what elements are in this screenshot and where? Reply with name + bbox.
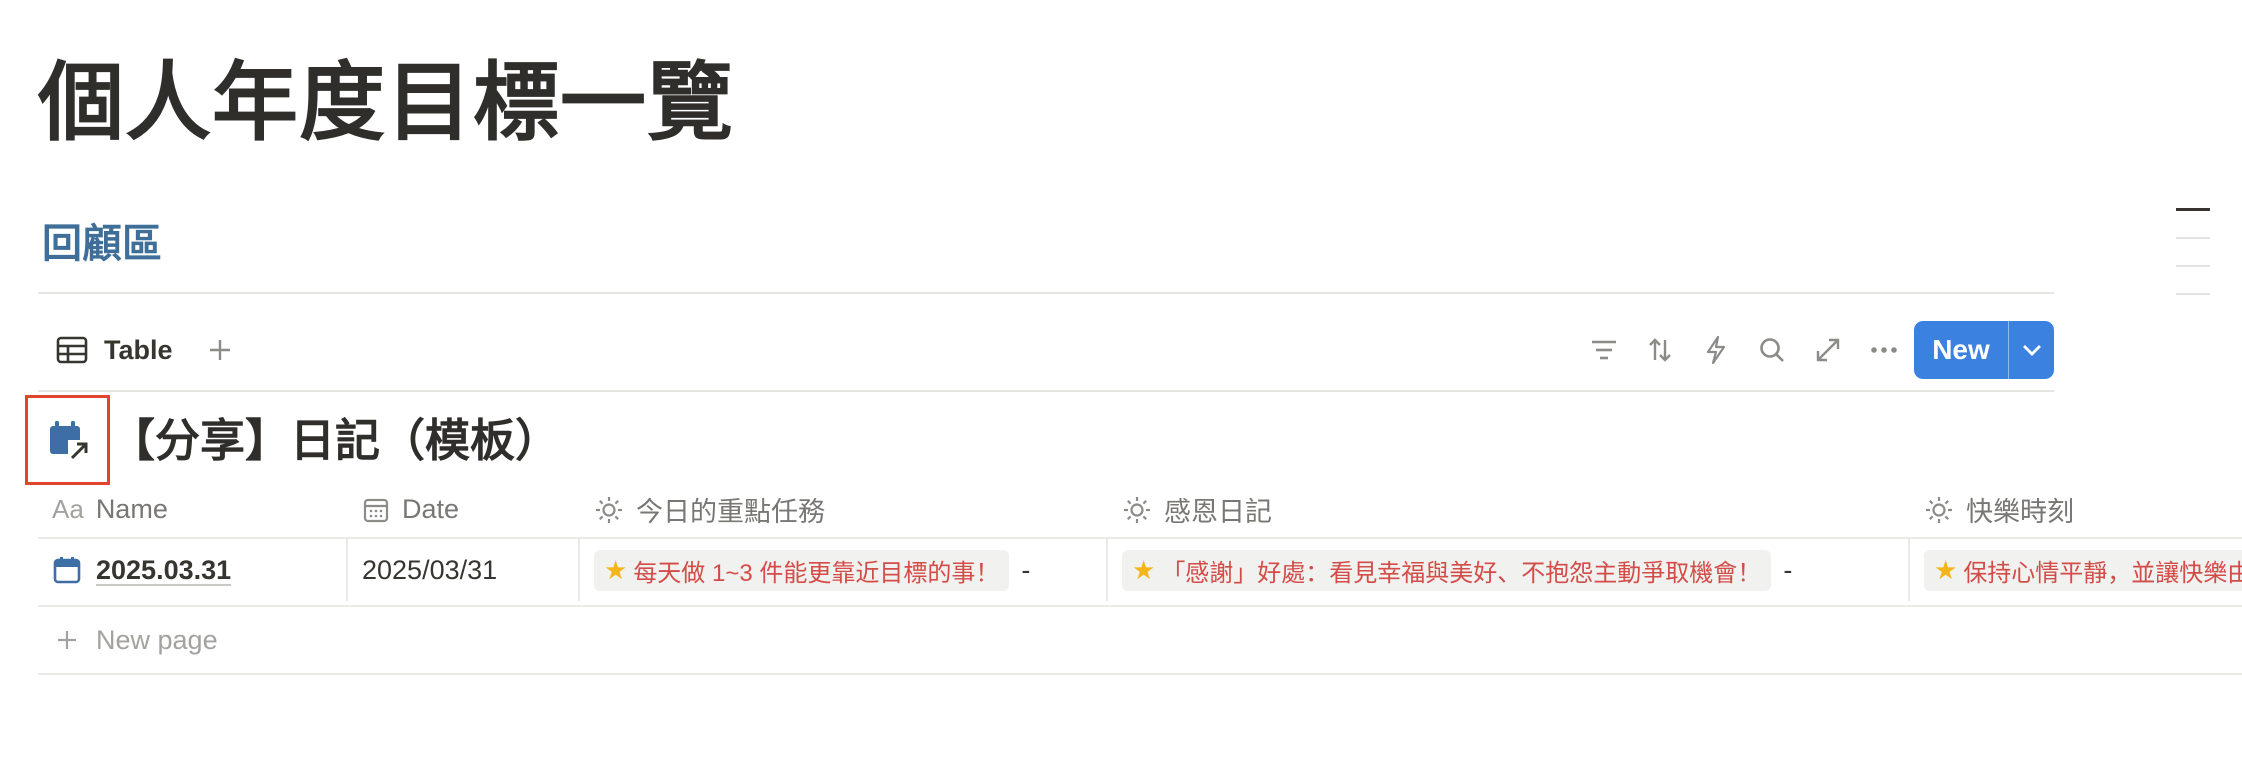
cell-task[interactable]: ★ 每天做 1~3 件能更靠近目標的事！ -: [580, 539, 1108, 601]
database-title[interactable]: 【分享】日記（模板）: [110, 410, 560, 472]
star-icon: ★: [604, 554, 628, 585]
toc-line[interactable]: [2176, 293, 2210, 295]
new-button-group: New: [1914, 321, 2054, 379]
new-button[interactable]: New: [1914, 321, 2008, 379]
cell-dash: -: [1021, 554, 1031, 585]
column-label: 快樂時刻: [1966, 497, 2074, 527]
section-heading: 回顧區: [42, 222, 162, 266]
toc-line[interactable]: [2176, 237, 2210, 239]
column-label: 感恩日記: [1164, 497, 1272, 527]
column-label: Date: [402, 494, 460, 524]
cell-date[interactable]: 2025/03/31: [348, 539, 580, 601]
cell-gratitude[interactable]: ★ 「感謝」好處：看見幸福與美好、不抱怨主動爭取機會！ -: [1108, 539, 1910, 601]
new-dropdown-button[interactable]: [2009, 321, 2054, 379]
calendar-icon: [362, 496, 390, 524]
toc-line[interactable]: [2176, 265, 2210, 267]
plus-icon: [208, 338, 232, 362]
heading-divider: [38, 292, 2054, 294]
filter-icon: [1590, 338, 1618, 362]
database-icon-button[interactable]: [25, 395, 110, 485]
view-tab-label: Table: [104, 334, 173, 365]
star-icon: ★: [1934, 554, 1958, 585]
column-header-gratitude[interactable]: 感恩日記: [1108, 482, 1910, 537]
cell-name[interactable]: 2025.03.31: [38, 539, 348, 601]
database-table: Aa Name Date 今日的重點任務 感恩日記 快樂時刻 2025.03.3…: [38, 482, 2242, 675]
table-row[interactable]: 2025.03.31 2025/03/31 ★ 每天做 1~3 件能更靠近目標的…: [38, 537, 2242, 607]
new-page-label: New page: [96, 624, 218, 655]
plus-icon: [56, 629, 78, 651]
toc-line-active[interactable]: [2176, 208, 2210, 211]
tag-text: 保持心情平靜，並讓快樂由: [1963, 559, 2242, 587]
cell-dash: -: [1783, 554, 1793, 585]
sun-icon: [594, 495, 624, 525]
filter-button[interactable]: [1576, 330, 1632, 370]
row-date: 2025/03/31: [362, 554, 498, 585]
view-tab-table[interactable]: Table: [56, 330, 173, 370]
column-header-happy[interactable]: 快樂時刻: [1910, 482, 2242, 537]
sun-icon: [1122, 495, 1152, 525]
tag-text: 每天做 1~3 件能更靠近目標的事！: [633, 559, 1000, 587]
sun-icon: [1924, 495, 1954, 525]
lightning-icon: [1704, 335, 1728, 365]
task-tag: ★ 每天做 1~3 件能更靠近目標的事！: [594, 549, 1010, 591]
chevron-down-icon: [2021, 343, 2043, 357]
column-header-date[interactable]: Date: [348, 482, 580, 537]
new-page-button[interactable]: New page: [38, 607, 2242, 675]
sort-button[interactable]: [1632, 330, 1688, 370]
table-header: Aa Name Date 今日的重點任務 感恩日記 快樂時刻: [38, 482, 2242, 537]
row-name[interactable]: 2025.03.31: [96, 555, 231, 586]
tag-text: 「感謝」好處：看見幸福與美好、不抱怨主動爭取機會！: [1161, 559, 1762, 587]
expand-icon: [1814, 336, 1842, 364]
column-header-task[interactable]: 今日的重點任務: [580, 482, 1108, 537]
expand-button[interactable]: [1800, 330, 1856, 370]
happy-tag: ★ 保持心情平靜，並讓快樂由: [1924, 549, 2242, 591]
page-title: 個人年度目標一覽: [38, 55, 734, 151]
view-toolbar: [1576, 330, 1912, 370]
gratitude-tag: ★ 「感謝」好處：看見幸福與美好、不抱怨主動爭取機會！: [1122, 549, 1772, 591]
toolbar-divider: [38, 390, 2054, 392]
more-icon: [1870, 346, 1898, 354]
table-of-contents-indicator[interactable]: [2176, 208, 2210, 321]
sort-icon: [1646, 336, 1674, 364]
calendar-link-icon: [46, 418, 90, 462]
column-label: 今日的重點任務: [636, 497, 825, 527]
search-button[interactable]: [1744, 330, 1800, 370]
cell-happy[interactable]: ★ 保持心情平靜，並讓快樂由: [1910, 539, 2242, 601]
star-icon: ★: [1132, 554, 1156, 585]
table-icon: [56, 336, 88, 364]
automation-button[interactable]: [1688, 330, 1744, 370]
column-label: Name: [95, 494, 168, 524]
calendar-page-icon: [52, 555, 82, 585]
search-icon: [1758, 336, 1786, 364]
more-options-button[interactable]: [1856, 330, 1912, 370]
column-header-name[interactable]: Aa Name: [38, 482, 348, 537]
add-view-button[interactable]: [200, 330, 240, 370]
text-property-icon: Aa: [52, 494, 84, 524]
